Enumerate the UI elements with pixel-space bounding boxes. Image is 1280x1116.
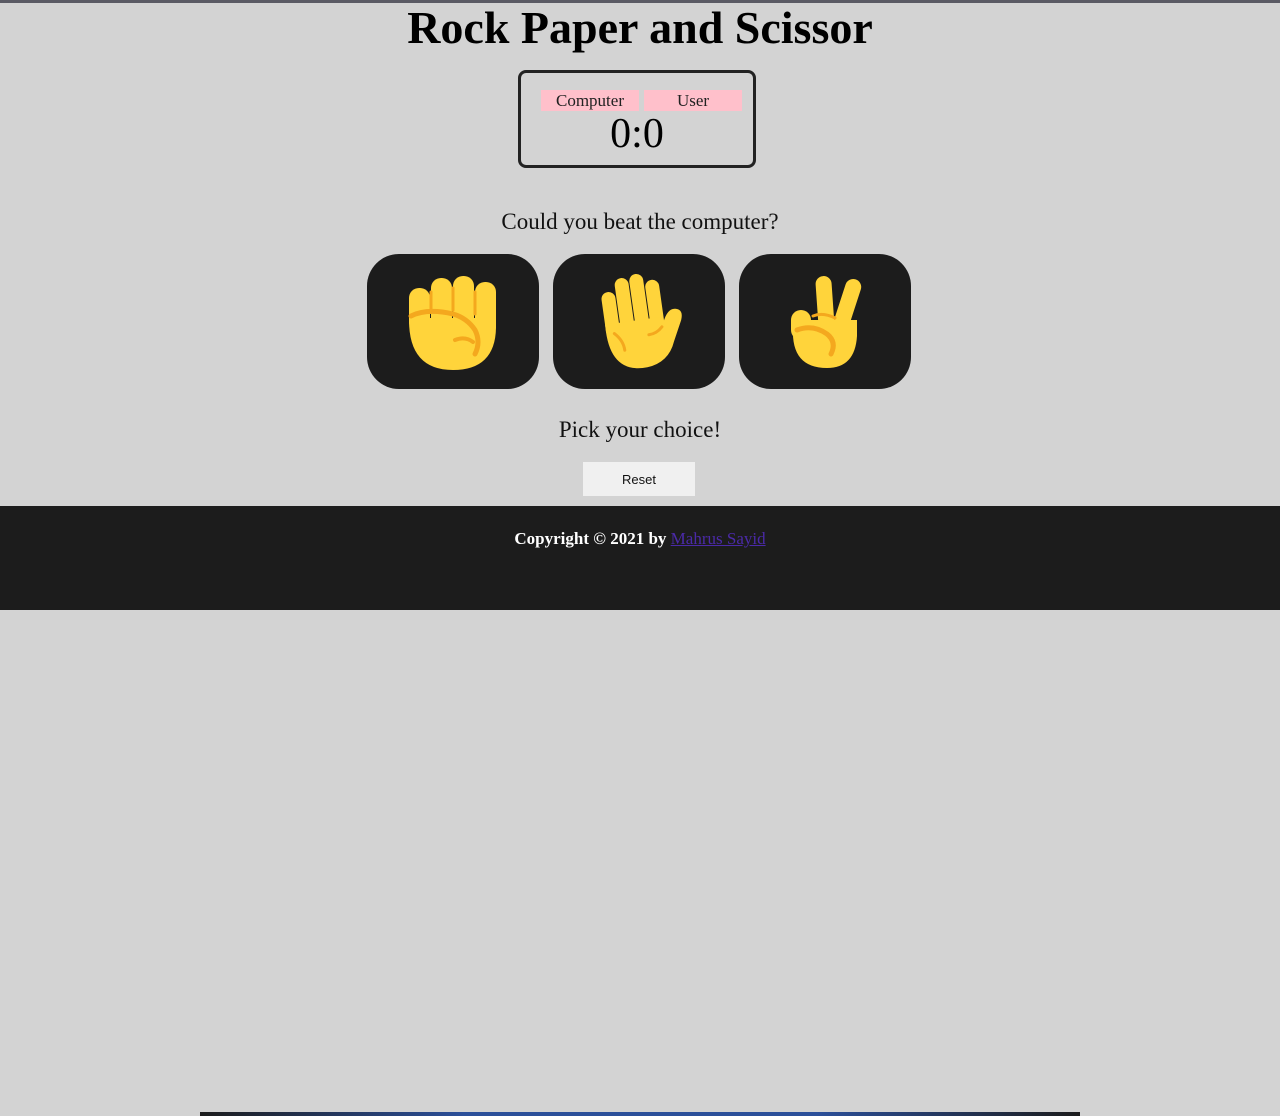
question-text: Could you beat the computer? [501,209,779,234]
computer-label: Computer [541,90,639,111]
victory-hand-icon [791,275,862,368]
paper-button[interactable] [553,254,725,389]
copyright-prefix: Copyright © 2021 by [514,529,667,548]
taskbar-edge [200,1112,1080,1116]
main-section: Rock Paper and Scissor Computer User 0:0… [0,3,1280,506]
status-message: Pick your choice! [558,417,722,442]
raised-hand-icon [601,273,682,368]
reset-button[interactable]: Reset [583,462,695,496]
footer: Copyright © 2021 by Mahrus Sayid [0,506,1280,1116]
rock-button[interactable] [367,254,539,389]
scissors-button[interactable] [739,254,911,389]
copyright-text: Copyright © 2021 by Mahrus Sayid [0,529,1280,549]
page-title: Rock Paper and Scissor [407,2,873,53]
raised-fist-icon [408,275,496,370]
user-label: User [644,90,742,111]
score-display: 0:0 [610,111,664,157]
scoreboard: Computer User 0:0 [518,70,756,168]
author-link[interactable]: Mahrus Sayid [671,529,766,548]
